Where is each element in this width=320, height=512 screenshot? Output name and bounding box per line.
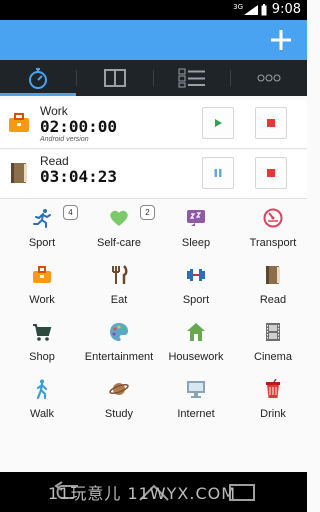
activity-label: Self-care <box>96 237 142 249</box>
cart-icon <box>33 324 52 341</box>
activity-label: Sport <box>182 294 210 306</box>
runner-icon <box>33 209 51 228</box>
activity-label: Sport <box>28 237 56 249</box>
battery-icon <box>261 4 267 16</box>
activity-sport[interactable]: 4 Sport <box>4 202 80 258</box>
film-icon <box>266 323 280 341</box>
count-badge: 2 <box>140 205 155 220</box>
play-button[interactable] <box>202 107 234 139</box>
status-bar: 3G 9:08 <box>0 0 307 20</box>
stopwatch-icon <box>29 68 47 89</box>
activity-cinema[interactable]: Cinema <box>235 316 311 372</box>
clock: 9:08 <box>271 2 301 17</box>
signal-icon <box>244 5 258 15</box>
activity-label: Transport <box>249 237 297 249</box>
activity-entertainment[interactable]: Entertainment <box>81 316 157 372</box>
count-badge: 4 <box>63 205 78 220</box>
briefcase-icon <box>33 266 51 283</box>
activity-sport-2[interactable]: Sport <box>158 259 234 315</box>
activity-read[interactable]: Read <box>235 259 311 315</box>
stop-button[interactable] <box>255 157 287 189</box>
activity-self-care[interactable]: 2 Self-care <box>81 202 157 258</box>
timer-row-read[interactable]: Read 03:04:23 <box>0 150 307 199</box>
activity-housework[interactable]: Housework <box>158 316 234 372</box>
watermark: 11玩意儿 11WYX.COM <box>48 484 237 503</box>
more-icon <box>257 74 281 82</box>
tab-log[interactable] <box>77 60 153 96</box>
activity-sleep[interactable]: Sleep <box>158 202 234 258</box>
stop-icon <box>267 119 275 127</box>
pause-icon <box>214 169 222 177</box>
activity-transport[interactable]: Transport <box>235 202 311 258</box>
walker-icon <box>36 379 48 399</box>
activity-label: Drink <box>260 408 286 420</box>
book-icon <box>11 163 27 183</box>
heart-icon <box>110 210 128 226</box>
activity-label: Read <box>259 294 287 306</box>
monitor-icon <box>187 381 205 398</box>
play-icon <box>215 119 222 127</box>
book-icon <box>104 69 126 87</box>
timer-duration: 03:04:23 <box>40 167 118 186</box>
activity-label: Sleep <box>181 237 211 249</box>
stop-button[interactable] <box>255 107 287 139</box>
dumbbell-icon <box>187 269 205 281</box>
activity-label: Shop <box>29 351 55 363</box>
activity-label: Cinema <box>254 351 292 363</box>
activity-label: Internet <box>177 408 215 420</box>
activity-shop[interactable]: Shop <box>4 316 80 372</box>
activity-label: Walk <box>29 408 55 420</box>
network-label: 3G <box>233 3 243 11</box>
activity-label: Work <box>29 294 55 306</box>
timer-name: Work <box>40 104 68 118</box>
timer-subtitle: Android version <box>40 136 89 143</box>
timer-name: Read <box>40 154 69 168</box>
activity-internet[interactable]: Internet <box>158 373 234 429</box>
timer-row-work[interactable]: Work 02:00:00 Android version <box>0 100 307 149</box>
tab-bar <box>0 60 307 96</box>
activity-label: Entertainment <box>84 351 154 363</box>
list-icon <box>178 68 205 88</box>
activity-label: Study <box>104 408 134 420</box>
tab-list[interactable] <box>154 60 230 96</box>
tab-timers[interactable] <box>0 60 76 96</box>
pause-button[interactable] <box>202 157 234 189</box>
stop-icon <box>267 169 275 177</box>
tab-more[interactable] <box>231 60 307 96</box>
book-icon <box>266 266 280 284</box>
gauge-icon <box>263 208 283 228</box>
timer-duration: 02:00:00 <box>40 117 118 136</box>
activity-study[interactable]: Study <box>81 373 157 429</box>
add-icon[interactable] <box>265 24 297 56</box>
sleep-icon <box>187 210 205 226</box>
activity-label: Housework <box>168 351 224 363</box>
app-bar <box>0 20 307 60</box>
cup-icon <box>266 379 280 398</box>
selected-tab-indicator <box>0 93 76 96</box>
planet-icon <box>109 383 129 395</box>
fork-knife-icon <box>112 265 128 284</box>
activity-work[interactable]: Work <box>4 259 80 315</box>
activity-walk[interactable]: Walk <box>4 373 80 429</box>
activity-eat[interactable]: Eat <box>81 259 157 315</box>
briefcase-icon <box>9 113 29 132</box>
house-icon <box>187 323 205 341</box>
activity-drink[interactable]: Drink <box>235 373 311 429</box>
activity-label: Eat <box>110 294 128 306</box>
palette-icon <box>110 323 128 341</box>
